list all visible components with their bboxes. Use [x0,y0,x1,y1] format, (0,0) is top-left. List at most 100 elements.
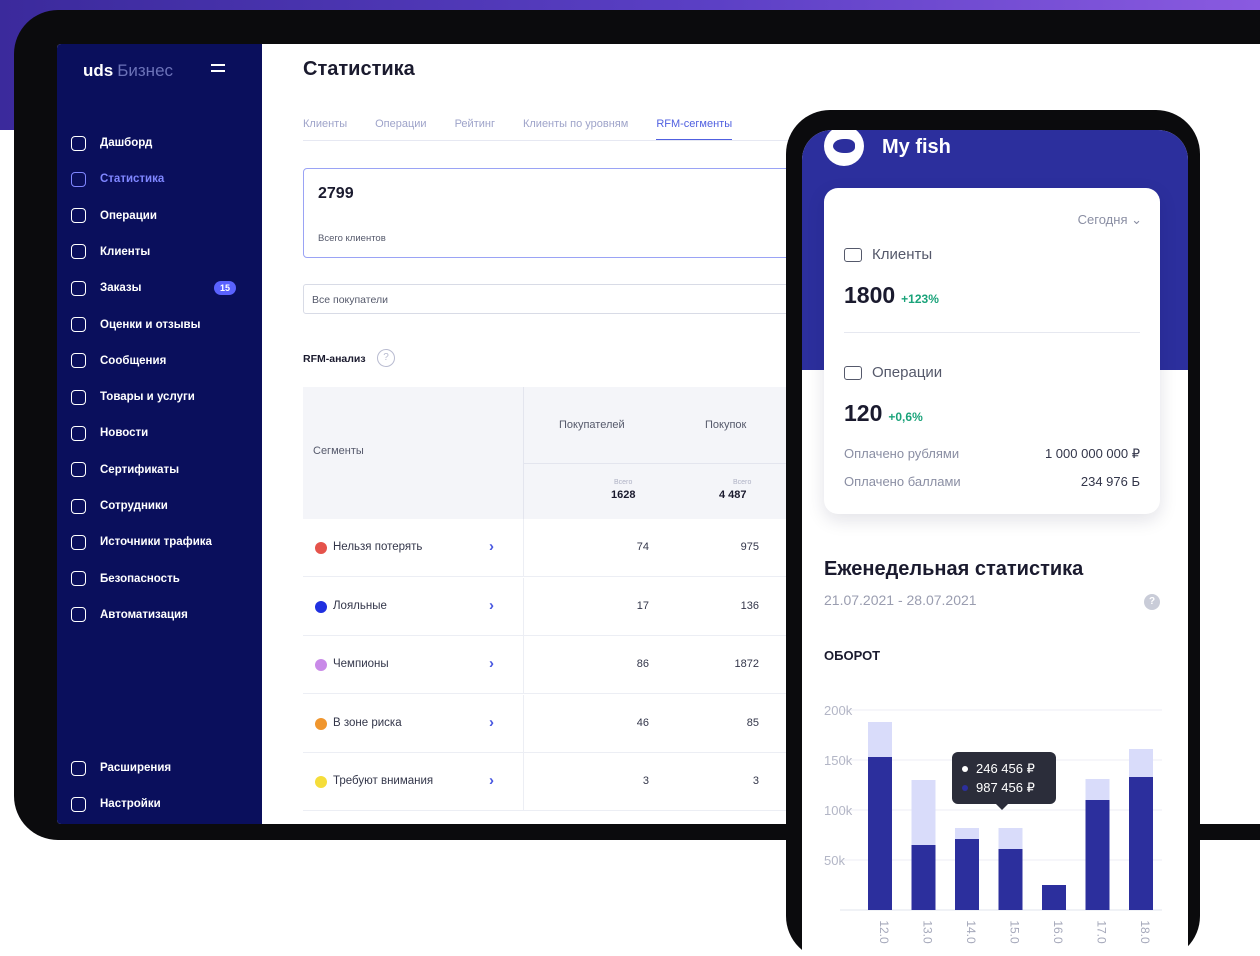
sidebar-item-label: Безопасность [100,572,180,585]
review-icon [71,317,86,332]
segment-buyers: 3 [642,775,649,787]
dashboard-icon [71,135,86,151]
news-icon [71,425,86,441]
tab-rating[interactable]: Рейтинг [455,118,495,141]
sidebar-item-label: Сотрудники [100,500,168,512]
period-select[interactable]: Сегодня ⌄ [1078,212,1142,228]
bar-primary[interactable] [1085,800,1110,910]
bar-primary[interactable] [868,757,892,910]
sidebar-item-12[interactable]: Безопасность [71,568,256,590]
ops-label: Операции [872,364,943,381]
col-buyers[interactable]: Покупателей [559,419,625,431]
segment-buyers: 74 [636,541,649,553]
col-segments: Сегменты [313,445,364,457]
table-row[interactable]: В зоне риска › 46 85 [303,694,823,753]
tab-rfm-segments[interactable]: RFM-сегменты [656,118,733,141]
tab-clients-by-level[interactable]: Клиенты по уровням [523,118,628,141]
brand-logo[interactable]: uds Бизнес [83,61,173,81]
users-icon [844,247,862,262]
summary-card: Сегодня ⌄ Клиенты 1800 +123% Операции 120… [824,188,1160,514]
sidebar-item-label: Сообщения [100,354,167,367]
card-icon [844,365,862,380]
sidebar-bottom-item-1[interactable]: Настройки [71,793,256,815]
segment-buyers: 46 [636,716,649,729]
table-row[interactable]: Лояльные › 17 136 [303,577,823,636]
sidebar-item-1[interactable]: Статистика [71,168,256,190]
sidebar-item-label: Новости [100,427,149,440]
x-tick-label: 17.0 [1095,920,1109,944]
sidebar-item-label: Источники трафика [100,536,212,549]
x-tick-label: 18.0 [1138,920,1152,944]
bar-secondary[interactable] [868,722,892,757]
table-row[interactable]: Чемпионы › 86 1872 [303,636,823,694]
sidebar-item-11[interactable]: Источники трафика [71,531,256,553]
sidebar-item-10[interactable]: Сотрудники [71,495,256,517]
chevron-right-icon[interactable]: › [489,538,494,555]
segment-name: Чемпионы [333,658,389,670]
chevron-right-icon[interactable]: › [489,714,494,731]
buyers-filter-select[interactable]: Все покупатели [303,284,823,314]
total-purchases: 4 487 [719,489,747,501]
bar-primary[interactable] [1129,777,1153,910]
bar-primary[interactable] [1042,885,1066,910]
sidebar-item-4[interactable]: Заказы 15 [71,277,256,299]
table-row[interactable]: Требуют внимания › 3 3 [303,753,823,811]
bar-secondary[interactable] [955,828,979,839]
turnover-label: ОБОРОТ [824,648,881,663]
chart-icon [71,171,86,187]
bar-secondary[interactable] [911,780,936,845]
table-row[interactable]: Нельзя потерять › 74 975 [303,519,823,577]
sidebar-item-7[interactable]: Товары и услуги [71,386,256,408]
x-tick-label: 12.0 [877,920,891,944]
chevron-right-icon[interactable]: › [489,655,494,672]
bag-icon [71,389,86,405]
bar-primary[interactable] [955,839,979,910]
sidebar-item-6[interactable]: Сообщения [71,350,256,372]
menu-icon[interactable] [211,64,225,76]
phone-screen: My fish Сегодня ⌄ Клиенты 1800 +123% Опер… [802,130,1188,956]
help-icon[interactable]: ? [1144,594,1160,610]
message-icon [71,353,86,369]
tabs-divider [303,140,863,141]
sidebar-bottom-item-0[interactable]: Расширения [71,757,256,779]
segment-purchases: 1872 [734,658,759,670]
segment-purchases: 975 [740,541,759,553]
tab-operations[interactable]: Операции [375,118,426,141]
phone-frame: My fish Сегодня ⌄ Клиенты 1800 +123% Опер… [786,110,1200,956]
sidebar-item-label: Операции [100,209,157,222]
bar-primary[interactable] [911,845,936,910]
sidebar-item-2[interactable]: Операции [71,205,256,227]
sidebar-item-0[interactable]: Дашборд [71,132,256,154]
x-tick-label: 13.0 [921,920,935,944]
sidebar-item-3[interactable]: Клиенты [71,241,256,263]
total-clients-value: 2799 [318,185,354,202]
total-clients-card[interactable]: 2799 Всего клиентов [303,168,791,258]
x-tick-label: 16.0 [1051,920,1065,944]
sidebar-item-8[interactable]: Новости [71,422,256,444]
shield-icon [71,571,86,587]
paid-rubles-row: Оплачено рублями 1 000 000 000 ₽ [844,446,1140,461]
segment-name: Нельзя потерять [333,541,423,553]
sidebar-item-5[interactable]: Оценки и отзывы [71,314,256,336]
tab-clients[interactable]: Клиенты [303,118,347,141]
sidebar-item-9[interactable]: Сертификаты [71,459,256,481]
company-title: My fish [882,136,951,158]
y-tick-label: 150k [824,753,853,768]
chevron-right-icon[interactable]: › [489,772,494,789]
sidebar-item-13[interactable]: Автоматизация [71,604,256,626]
clients-label: Клиенты [872,246,933,263]
col-purchases[interactable]: Покупок [705,419,746,431]
table-header: Сегменты Покупателей Покупок Всего 1628 … [303,387,823,519]
bar-secondary[interactable] [998,828,1023,849]
chevron-right-icon[interactable]: › [489,597,494,614]
bar-secondary[interactable] [1129,749,1153,777]
person-icon [71,498,86,514]
wallet-icon [71,208,86,224]
ops-section: Операции [844,364,942,381]
segment-buyers: 86 [636,658,649,670]
sidebar-item-label: Автоматизация [100,608,188,621]
rfm-title: RFM-анализ [303,353,366,365]
bar-secondary[interactable] [1085,779,1110,800]
bar-primary[interactable] [998,849,1023,910]
help-icon[interactable]: ? [377,349,395,367]
